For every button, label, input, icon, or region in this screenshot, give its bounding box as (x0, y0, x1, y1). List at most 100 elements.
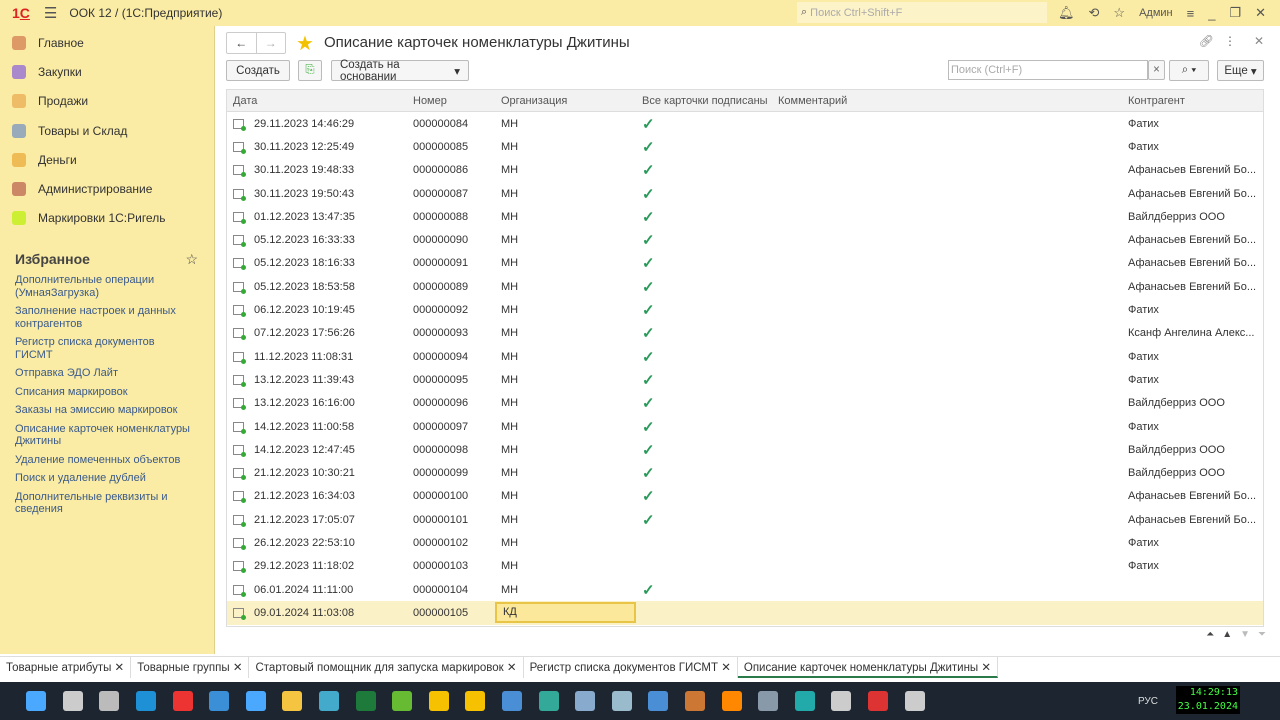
restore-icon[interactable]: ❐ (1229, 5, 1241, 21)
taskbar-app-icon[interactable] (62, 691, 83, 711)
window-tab[interactable]: Регистр списка документов ГИСМТ ✕ (524, 657, 738, 678)
table-row[interactable]: 05.12.2023 18:16:33 000000091 МН ✓ Афанасьев… (227, 252, 1263, 275)
sidebar-item[interactable]: Деньги (0, 145, 214, 174)
table-row[interactable]: 13.12.2023 16:16:00 000000096 МН ✓ Вайлдберр… (227, 392, 1263, 415)
sidebar-item[interactable]: Продажи (0, 87, 214, 116)
taskbar-app-icon[interactable] (721, 691, 742, 711)
table-row[interactable]: 14.12.2023 11:00:58 000000097 МН ✓ Фатих (227, 415, 1263, 438)
back-button[interactable]: ← (227, 33, 256, 53)
taskbar-app-icon[interactable] (611, 691, 632, 711)
column-header[interactable]: Контрагент (1124, 95, 1263, 107)
tab-close-icon[interactable]: ✕ (718, 662, 731, 674)
window-tab[interactable]: Товарные группы ✕ (131, 657, 250, 678)
taskbar-app-icon[interactable] (684, 691, 705, 711)
favorite-link[interactable]: Заполнение настроек и данных контрагенто… (15, 305, 195, 330)
tab-close-icon[interactable]: ✕ (111, 662, 125, 674)
list-search-input[interactable]: Поиск (Ctrl+F) (948, 60, 1148, 80)
table-row[interactable]: 30.11.2023 12:25:49 000000085 МН ✓ Фатих (227, 135, 1263, 158)
star-icon[interactable]: ☆ (1113, 5, 1125, 21)
favorite-star-icon[interactable]: ☆ (185, 251, 198, 268)
favorite-link[interactable]: Отправка ЭДО Лайт (15, 367, 195, 380)
scroll-bottom-button[interactable]: ⏷ (1258, 629, 1266, 640)
table-row[interactable]: 05.12.2023 18:53:58 000000089 МН ✓ Афанасьев… (227, 275, 1263, 298)
taskbar-app-icon[interactable] (245, 691, 266, 711)
global-search[interactable]: ⌕ Поиск Ctrl+Shift+F (797, 2, 1047, 23)
link-icon[interactable]: 🔗︎ (1199, 34, 1214, 48)
copy-button[interactable]: ⎘ (298, 60, 322, 81)
column-header[interactable]: Все карточки подписаны (636, 95, 772, 107)
table-row[interactable]: 06.01.2024 11:11:00 000000104 МН ✓ (227, 578, 1263, 601)
column-header[interactable]: Номер (407, 95, 495, 107)
history-icon[interactable]: ⟲ (1089, 5, 1100, 21)
table-row[interactable]: 11.12.2023 11:08:31 000000094 МН ✓ Фатих (227, 345, 1263, 368)
table-row[interactable]: 26.12.2023 22:53:10 000000102 МН Фатих (227, 531, 1263, 554)
forward-button[interactable]: → (255, 33, 286, 53)
favorite-star-icon[interactable]: ★ (296, 31, 314, 56)
sidebar-item[interactable]: Маркировки 1С:Ригель (0, 204, 214, 233)
bell-icon[interactable]: 🔔︎ (1058, 5, 1075, 21)
table-row[interactable]: 06.12.2023 10:19:45 000000092 МН ✓ Фатих (227, 298, 1263, 321)
taskbar-app-icon[interactable] (355, 691, 376, 711)
close-form-icon[interactable]: ✕ (1254, 34, 1264, 48)
tab-close-icon[interactable]: ✕ (504, 662, 517, 674)
sidebar-item[interactable]: Товары и Склад (0, 116, 214, 145)
table-row[interactable]: 13.12.2023 11:39:43 000000095 МН ✓ Фатих (227, 368, 1263, 391)
taskbar-app-icon[interactable] (575, 691, 596, 711)
taskbar-app-icon[interactable] (282, 691, 303, 711)
taskbar-app-icon[interactable] (428, 691, 449, 711)
menu-icon[interactable]: ☰ (44, 4, 57, 22)
clock[interactable]: 14:29:13 23.01.2024 (1175, 686, 1240, 714)
settings-icon[interactable]: ≡ (1187, 6, 1195, 21)
language-indicator[interactable]: РУС (1138, 696, 1158, 707)
search-options-button[interactable]: ⌕ ▾ (1169, 60, 1209, 81)
taskbar-app-icon[interactable] (502, 691, 523, 711)
scroll-top-button[interactable]: ⏶ (1206, 629, 1214, 640)
sidebar-item[interactable]: Главное (0, 28, 214, 57)
user-name[interactable]: Админ (1139, 7, 1173, 19)
window-tab[interactable]: Описание карточек номенклатуры Джитины ✕ (737, 657, 999, 678)
tab-close-icon[interactable]: ✕ (230, 662, 243, 674)
table-row[interactable]: 21.12.2023 16:34:03 000000100 МН ✓ Афанасьев… (227, 485, 1263, 508)
favorite-link[interactable]: Регистр списка документов ГИСМТ (15, 336, 195, 361)
taskbar-app-icon[interactable] (831, 691, 852, 711)
table-row[interactable]: 29.12.2023 11:18:02 000000103 МН Фатих (227, 555, 1263, 578)
table-row[interactable]: 09.01.2024 11:03:08 000000105 КД (227, 601, 1263, 625)
scroll-up-button[interactable]: ▲ (1222, 629, 1232, 640)
column-header[interactable]: Комментарий (772, 95, 1124, 107)
taskbar-app-icon[interactable] (538, 691, 559, 711)
sidebar-item[interactable]: Закупки (0, 57, 214, 86)
taskbar-app-icon[interactable] (465, 691, 486, 711)
table-row[interactable]: 01.12.2023 13:47:35 000000088 МН ✓ Вайлдберр… (227, 205, 1263, 228)
window-tab[interactable]: Стартовый помощник для запуска маркирово… (249, 657, 524, 678)
create-based-button[interactable]: Создать на основании ▾ (331, 59, 469, 83)
favorite-link[interactable]: Дополнительные операции (УмнаяЗагрузка) (15, 274, 195, 299)
taskbar-app-icon[interactable] (758, 691, 779, 711)
sidebar-item[interactable]: Администрирование (0, 174, 214, 203)
more-button[interactable]: Еще ▾ (1217, 60, 1264, 81)
taskbar-app-icon[interactable] (392, 691, 413, 711)
table-row[interactable]: 29.11.2023 14:46:29 000000084 МН ✓ Фатих (227, 112, 1263, 135)
taskbar-app-icon[interactable] (319, 691, 340, 711)
favorite-link[interactable]: Поиск и удаление дублей (15, 472, 195, 485)
table-row[interactable]: 30.11.2023 19:48:33 000000086 МН ✓ Афанасьев… (227, 159, 1263, 182)
favorite-link[interactable]: Удаление помеченных объектов (15, 454, 195, 467)
taskbar-app-icon[interactable] (99, 691, 120, 711)
tab-close-icon[interactable]: ✕ (978, 662, 991, 674)
create-button[interactable]: Создать (226, 60, 290, 81)
minimize-icon[interactable]: _ (1208, 6, 1215, 21)
table-row[interactable]: 05.12.2023 16:33:33 000000090 МН ✓ Афанасьев… (227, 228, 1263, 251)
favorite-link[interactable]: Заказы на эмиссию маркировок (15, 404, 195, 417)
column-header[interactable]: Дата (227, 95, 407, 107)
scroll-down-button[interactable]: ▼ (1240, 629, 1250, 640)
close-icon[interactable]: ✕ (1255, 5, 1266, 21)
favorite-link[interactable]: Описание карточек номенклатуры Джитины (15, 423, 195, 448)
clear-search-button[interactable]: × (1148, 60, 1165, 80)
taskbar-app-icon[interactable] (648, 691, 669, 711)
table-row[interactable]: 14.12.2023 12:47:45 000000098 МН ✓ Вайлдберр… (227, 438, 1263, 461)
taskbar-app-icon[interactable] (209, 691, 230, 711)
taskbar-app-icon[interactable] (26, 691, 47, 711)
table-row[interactable]: 21.12.2023 17:05:07 000000101 МН ✓ Афанасьев… (227, 508, 1263, 531)
column-header[interactable]: Организация (495, 95, 636, 107)
organization-cell[interactable]: КД (495, 602, 636, 624)
taskbar-app-icon[interactable] (794, 691, 815, 711)
